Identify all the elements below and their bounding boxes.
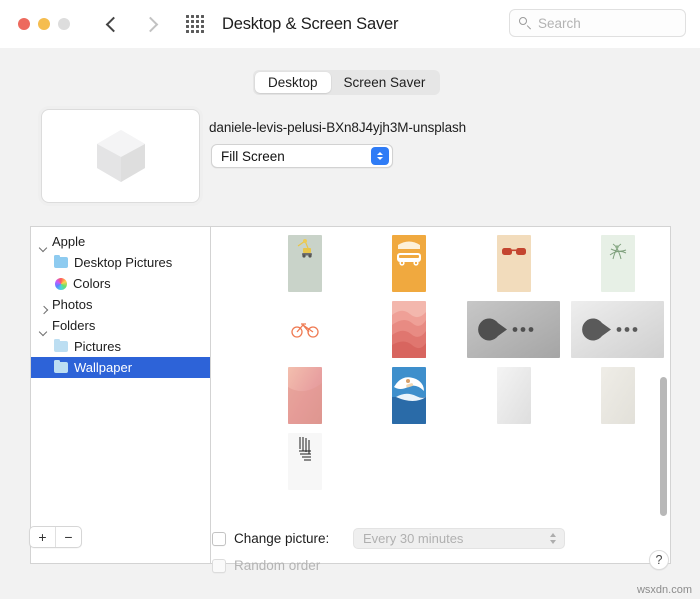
source-list: Apple Desktop Pictures Colors Photos Fol… xyxy=(31,227,211,563)
sidebar-item-label: Apple xyxy=(52,234,86,249)
sidebar-item-folders[interactable]: Folders xyxy=(31,315,210,336)
sidebar-item-label: Desktop Pictures xyxy=(74,255,173,270)
thumbnail-pacman-grey-light[interactable] xyxy=(571,301,665,358)
sidebar-item-label: Colors xyxy=(73,276,111,291)
minimize-button[interactable] xyxy=(38,18,50,30)
tab-bar: Desktop Screen Saver xyxy=(253,70,441,95)
help-button[interactable]: ? xyxy=(649,550,669,570)
thumbnail-row xyxy=(253,433,670,499)
random-order-row: Random order xyxy=(212,558,320,573)
search-placeholder: Search xyxy=(538,15,581,31)
thumbnail-van-orange[interactable] xyxy=(392,235,427,292)
color-wheel-icon xyxy=(55,277,67,290)
wallpaper-thumbnail-grid xyxy=(211,227,670,563)
sidebar-item-apple[interactable]: Apple xyxy=(31,231,210,252)
sidebar-item-colors[interactable]: Colors xyxy=(31,273,210,294)
random-order-checkbox[interactable] xyxy=(212,558,226,573)
change-picture-label: Change picture: xyxy=(234,531,330,546)
system-preferences-window: Desktop & Screen Saver Search Desktop Sc… xyxy=(0,0,700,599)
folder-icon xyxy=(54,359,68,373)
watermark: wsxdn.com xyxy=(636,584,692,596)
sidebar-item-label: Photos xyxy=(52,297,93,312)
random-order-label: Random order xyxy=(234,558,321,573)
add-remove-folder-control: + − xyxy=(29,526,82,548)
thumbnail-light-grey-plain[interactable] xyxy=(496,367,531,424)
thumbnail-leaves-pale-green[interactable] xyxy=(600,235,635,292)
thumbnail-gradient-pink[interactable] xyxy=(288,367,323,424)
thumbnail-pacman-grey-dark[interactable] xyxy=(467,301,561,358)
search-icon xyxy=(519,16,532,30)
tab-desktop[interactable]: Desktop xyxy=(255,72,331,93)
folder-icon xyxy=(54,338,68,352)
page-title: Desktop & Screen Saver xyxy=(222,14,399,33)
remove-folder-button[interactable]: − xyxy=(56,527,81,547)
grid-scrollbar[interactable] xyxy=(660,231,667,559)
thumbnail-beige-plain[interactable] xyxy=(600,367,635,424)
sidebar-item-label: Folders xyxy=(52,318,96,333)
sidebar-item-desktop-pictures[interactable]: Desktop Pictures xyxy=(31,252,210,273)
wallpaper-browser-panel: Apple Desktop Pictures Colors Photos Fol… xyxy=(30,226,671,564)
chevron-updown-icon xyxy=(550,533,556,544)
sidebar-item-pictures[interactable]: Pictures xyxy=(31,336,210,357)
grey-cube-icon xyxy=(96,130,145,182)
thumbnail-crane-sage[interactable] xyxy=(288,235,323,292)
search-field[interactable]: Search xyxy=(509,9,686,37)
add-folder-button[interactable]: + xyxy=(30,527,56,547)
thumbnail-bicycle-white[interactable] xyxy=(288,301,323,358)
close-button[interactable] xyxy=(18,18,30,30)
fit-mode-popup-button[interactable]: Fill Screen xyxy=(211,144,393,168)
tab-screen-saver[interactable]: Screen Saver xyxy=(331,72,439,93)
show-all-grid-icon[interactable] xyxy=(186,15,204,33)
folder-icon xyxy=(54,254,68,268)
navigation-buttons xyxy=(106,18,156,30)
thumbnail-row xyxy=(253,367,670,433)
thumbnail-stripes-white[interactable] xyxy=(288,433,323,490)
thumbnail-waves-pink[interactable] xyxy=(392,301,427,358)
back-chevron-icon[interactable] xyxy=(106,18,118,30)
fit-mode-value: Fill Screen xyxy=(221,148,285,164)
title-bar: Desktop & Screen Saver Search xyxy=(0,0,700,49)
thumbnail-row xyxy=(253,301,670,367)
change-interval-value: Every 30 minutes xyxy=(363,531,464,546)
thumbnail-surfer-wave-blue[interactable] xyxy=(392,367,427,424)
sidebar-item-label: Wallpaper xyxy=(74,360,133,375)
wallpaper-file-name: daniele-levis-pelusi-BXn8J4yjh3M-unsplas… xyxy=(209,120,467,135)
preference-pane-body: Desktop Screen Saver daniele-levis-pelus… xyxy=(0,48,700,599)
traffic-lights xyxy=(18,18,70,30)
change-picture-row: Change picture: xyxy=(212,531,329,546)
thumbnail-row xyxy=(253,235,670,301)
current-wallpaper-preview[interactable] xyxy=(41,109,200,203)
forward-chevron-icon[interactable] xyxy=(144,18,156,30)
chevron-updown-icon xyxy=(371,147,389,165)
thumbnail-sunglasses-tan[interactable] xyxy=(496,235,531,292)
scrollbar-thumb[interactable] xyxy=(660,377,667,516)
sidebar-item-photos[interactable]: Photos xyxy=(31,294,210,315)
zoom-button[interactable] xyxy=(58,18,70,30)
sidebar-item-label: Pictures xyxy=(74,339,121,354)
change-interval-popup[interactable]: Every 30 minutes xyxy=(353,528,565,549)
change-picture-checkbox[interactable] xyxy=(212,531,226,546)
sidebar-item-wallpaper[interactable]: Wallpaper xyxy=(31,357,210,378)
